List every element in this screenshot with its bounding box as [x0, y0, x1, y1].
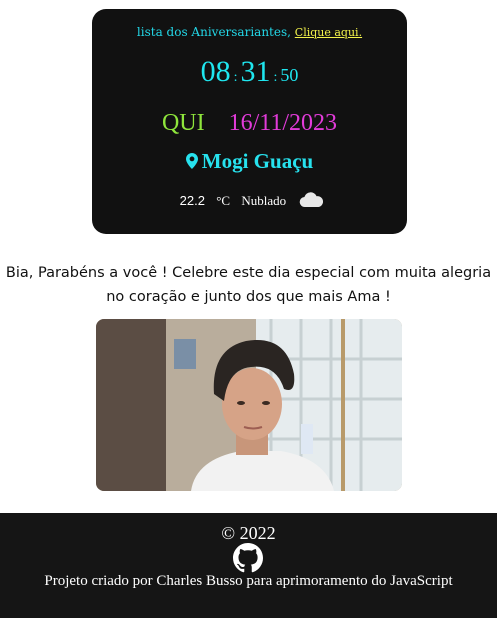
birthday-person-photo [96, 319, 402, 491]
photo-illustration [96, 319, 402, 491]
clique-aqui-link[interactable]: Clique aqui. [295, 26, 362, 39]
temperature-unit: °C [216, 193, 231, 208]
clock-seconds: 50 [280, 65, 299, 85]
aniversariantes-text: lista dos Aniversariantes, [136, 25, 291, 39]
github-icon[interactable] [233, 543, 263, 573]
clock-hours: 08 [200, 55, 231, 88]
clock-minutes: 31 [240, 55, 271, 88]
birthday-card: lista dos Aniversariantes, Clique aqui. … [92, 9, 407, 234]
cloud-icon [300, 192, 324, 208]
city-name: Mogi Guaçu [201, 149, 314, 173]
map-pin-icon [185, 153, 198, 169]
birthday-message: Bia, Parabéns a você ! Celebre este dia … [0, 261, 497, 309]
clock-separator: : [273, 70, 278, 85]
message-line-2: no coração e junto dos que mais Ama ! [106, 289, 391, 305]
message-line-1: Bia, Parabéns a você ! Celebre este dia … [5, 265, 492, 281]
weather-row: 22.2 °C Nublado [92, 192, 407, 209]
day-of-week: QUI [161, 110, 205, 136]
copyright: © 2022 [221, 523, 276, 543]
digital-clock: 08:31:50 [92, 55, 407, 89]
project-credit: Projeto criado por Charles Busso para ap… [44, 573, 453, 589]
current-date: 16/11/2023 [228, 110, 338, 136]
clock-separator: : [233, 70, 238, 85]
weather-condition: Nublado [241, 193, 287, 208]
aniversariantes-line: lista dos Aniversariantes, Clique aqui. [92, 25, 407, 39]
page-footer: © 2022 Projeto criado por Charles Busso … [0, 513, 497, 618]
date-row: QUI 16/11/2023 [92, 110, 407, 137]
temperature-value: 22.2 [179, 193, 205, 208]
location: Mogi Guaçu [92, 149, 407, 174]
